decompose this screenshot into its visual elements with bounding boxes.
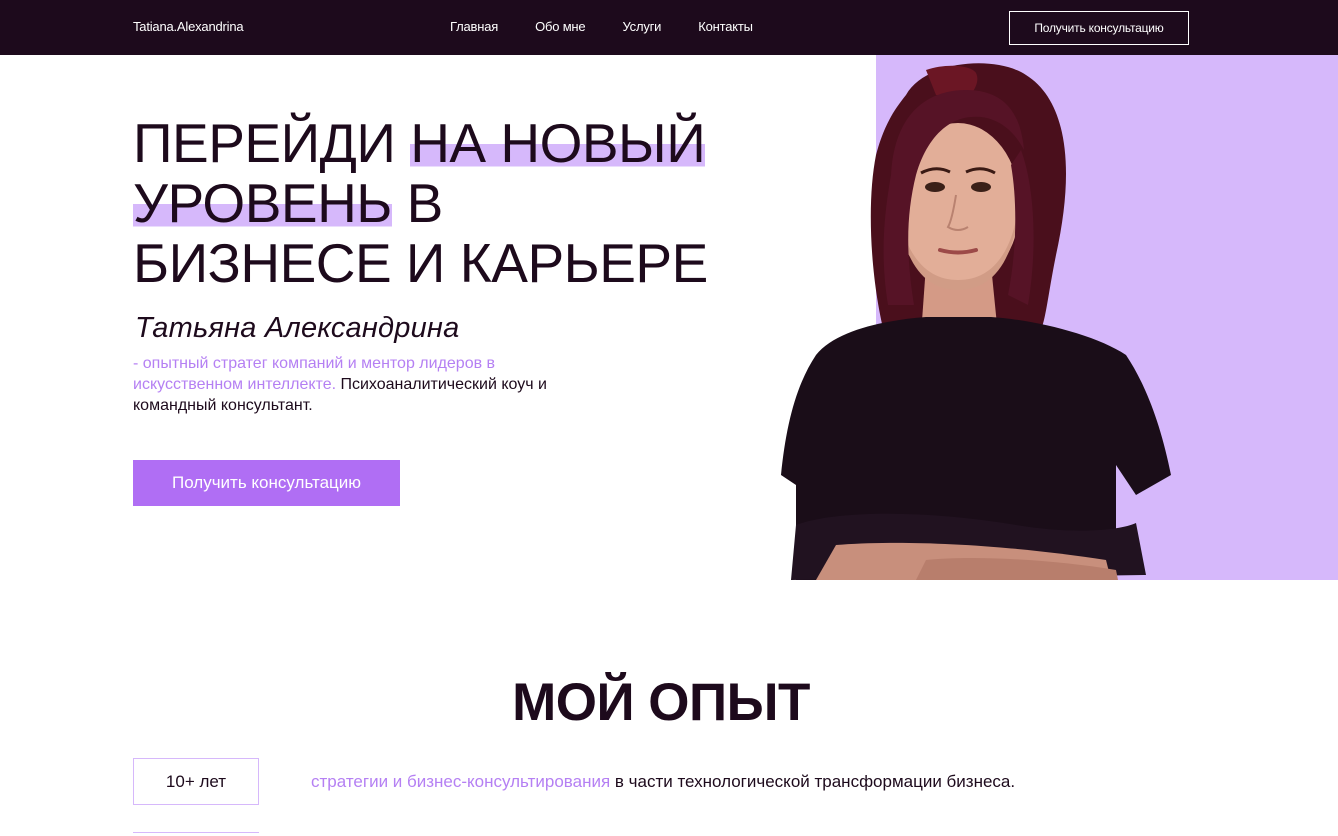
- experience-description: стратегии и бизнес-консультирования в ча…: [311, 772, 1015, 792]
- main-menu: Главная Обо мне Услуги Контакты: [450, 19, 790, 34]
- hero-name: Татьяна Александрина: [135, 312, 460, 344]
- experience-title: МОЙ ОПЫТ: [512, 673, 810, 732]
- headline-part-2: В: [391, 172, 444, 234]
- nav-consultation-button[interactable]: Получить консультацию: [1009, 11, 1189, 45]
- headline-part-1: ПЕРЕЙДИ: [133, 112, 411, 174]
- site-logo[interactable]: Tatiana.Alexandrina: [133, 19, 244, 34]
- experience-item: 10+ лет стратегии и бизнес-консультирова…: [133, 758, 1233, 805]
- headline-line-3: БИЗНЕСЕ И КАРЬЕРЕ: [133, 232, 708, 294]
- top-navbar: Tatiana.Alexandrina Главная Обо мне Услу…: [0, 0, 1338, 55]
- menu-item-contacts[interactable]: Контакты: [698, 19, 753, 34]
- experience-next-badge: [133, 832, 259, 836]
- menu-item-about[interactable]: Обо мне: [535, 19, 586, 34]
- hero-consultation-button[interactable]: Получить консультацию: [133, 460, 400, 506]
- experience-years-badge: 10+ лет: [133, 758, 259, 805]
- headline-highlight-1: НА НОВЫЙ: [410, 112, 706, 174]
- menu-item-home[interactable]: Главная: [450, 19, 498, 34]
- headline-highlight-2: УРОВЕНЬ: [133, 172, 392, 234]
- hero-headline: ПЕРЕЙДИ НА НОВЫЙ УРОВЕНЬ В БИЗНЕСЕ И КАР…: [133, 112, 773, 294]
- experience-description-rest: в части технологической трансформации би…: [610, 772, 1016, 791]
- portrait-photo: [781, 63, 1171, 580]
- experience-description-accent: стратегии и бизнес-консультирования: [311, 772, 611, 791]
- hero-description: - опытный стратег компаний и ментор лиде…: [133, 353, 563, 416]
- menu-item-services[interactable]: Услуги: [622, 19, 661, 34]
